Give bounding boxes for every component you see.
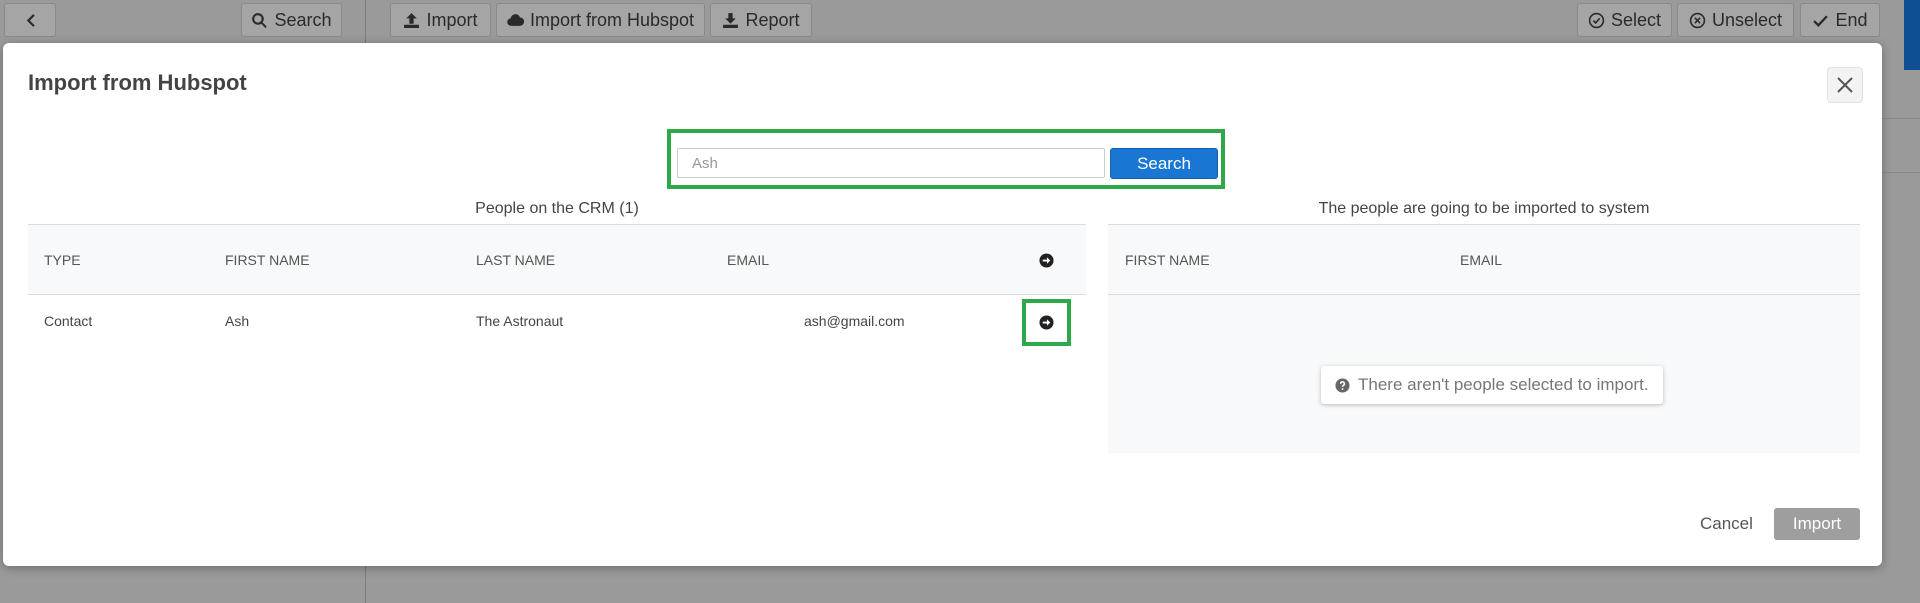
bg-select-button[interactable]: Select (1577, 3, 1672, 37)
bg-unselect-button[interactable]: Unselect (1677, 3, 1794, 37)
modal-title: Import from Hubspot (28, 70, 247, 95)
import-panel-title: The people are going to be imported to s… (1108, 193, 1860, 225)
bg-select-label: Select (1610, 9, 1662, 30)
background-divider-line (1882, 172, 1920, 173)
import-table-header: FIRST NAME EMAIL (1108, 225, 1860, 295)
background-scroll-indicator (1904, 0, 1920, 70)
bg-report-button[interactable]: Report (710, 3, 812, 37)
import-table-body: There aren't people selected to import. (1108, 295, 1860, 453)
search-input[interactable]: Ash (677, 148, 1105, 178)
background-divider-line (1882, 118, 1920, 119)
cloud-download-icon (507, 13, 524, 26)
search-highlight: Ash Search (667, 129, 1225, 189)
add-all-arrow-icon[interactable] (1039, 253, 1054, 268)
times-circle-icon (1689, 12, 1706, 28)
search-icon (252, 12, 268, 28)
upload-icon (404, 12, 420, 28)
bg-search-button[interactable]: Search (241, 3, 342, 37)
cell-type: Contact (44, 313, 93, 329)
close-button[interactable] (1827, 67, 1863, 103)
background-toolbar: Search Import Import from Hubspot Report… (0, 0, 1920, 44)
table-row: Contact Ash The Astronaut ash@gmail.com (28, 295, 1086, 347)
empty-message-text: There aren't people selected to import. (1358, 375, 1649, 394)
download-icon (723, 12, 739, 28)
bg-unselect-label: Unselect (1711, 9, 1783, 30)
add-row-arrow-icon[interactable] (1039, 315, 1054, 330)
cancel-button[interactable]: Cancel (1700, 514, 1753, 534)
bg-end-label: End (1835, 9, 1868, 30)
check-circle-icon (1588, 12, 1605, 28)
crm-table-header: TYPE FIRST NAME LAST NAME EMAIL (28, 225, 1086, 295)
crm-people-panel: People on the CRM (1) TYPE FIRST NAME LA… (28, 193, 1086, 347)
crm-panel-title: People on the CRM (1) (28, 193, 1086, 225)
bg-end-button[interactable]: End (1800, 3, 1880, 37)
bg-report-label: Report (745, 9, 800, 30)
close-icon (1837, 77, 1853, 93)
check-icon (1813, 14, 1829, 27)
cell-email: ash@gmail.com (804, 313, 905, 329)
bg-search-label: Search (274, 9, 332, 30)
column-last-name: LAST NAME (476, 252, 556, 268)
cell-last-name: The Astronaut (476, 313, 564, 329)
bg-import-hubspot-label: Import from Hubspot (529, 9, 695, 30)
empty-message: There aren't people selected to import. (1321, 366, 1663, 404)
column-email: EMAIL (727, 252, 770, 268)
column-first-name: FIRST NAME (1125, 252, 1210, 268)
column-first-name: FIRST NAME (225, 252, 310, 268)
search-button[interactable]: Search (1110, 148, 1218, 179)
question-circle-icon (1335, 377, 1350, 393)
import-people-panel: The people are going to be imported to s… (1108, 193, 1860, 453)
row-add-highlight (1022, 299, 1071, 346)
column-email: EMAIL (1460, 252, 1503, 268)
cell-first-name: Ash (225, 313, 250, 329)
import-hubspot-modal: Import from Hubspot Ash Search People on… (3, 43, 1882, 566)
bg-import-button[interactable]: Import (390, 3, 491, 37)
column-type: TYPE (44, 252, 81, 268)
bg-import-label: Import (426, 9, 478, 30)
import-button[interactable]: Import (1774, 508, 1860, 540)
bg-import-hubspot-button[interactable]: Import from Hubspot (496, 3, 705, 37)
back-button[interactable] (4, 3, 56, 37)
chevron-left-icon (26, 13, 35, 27)
